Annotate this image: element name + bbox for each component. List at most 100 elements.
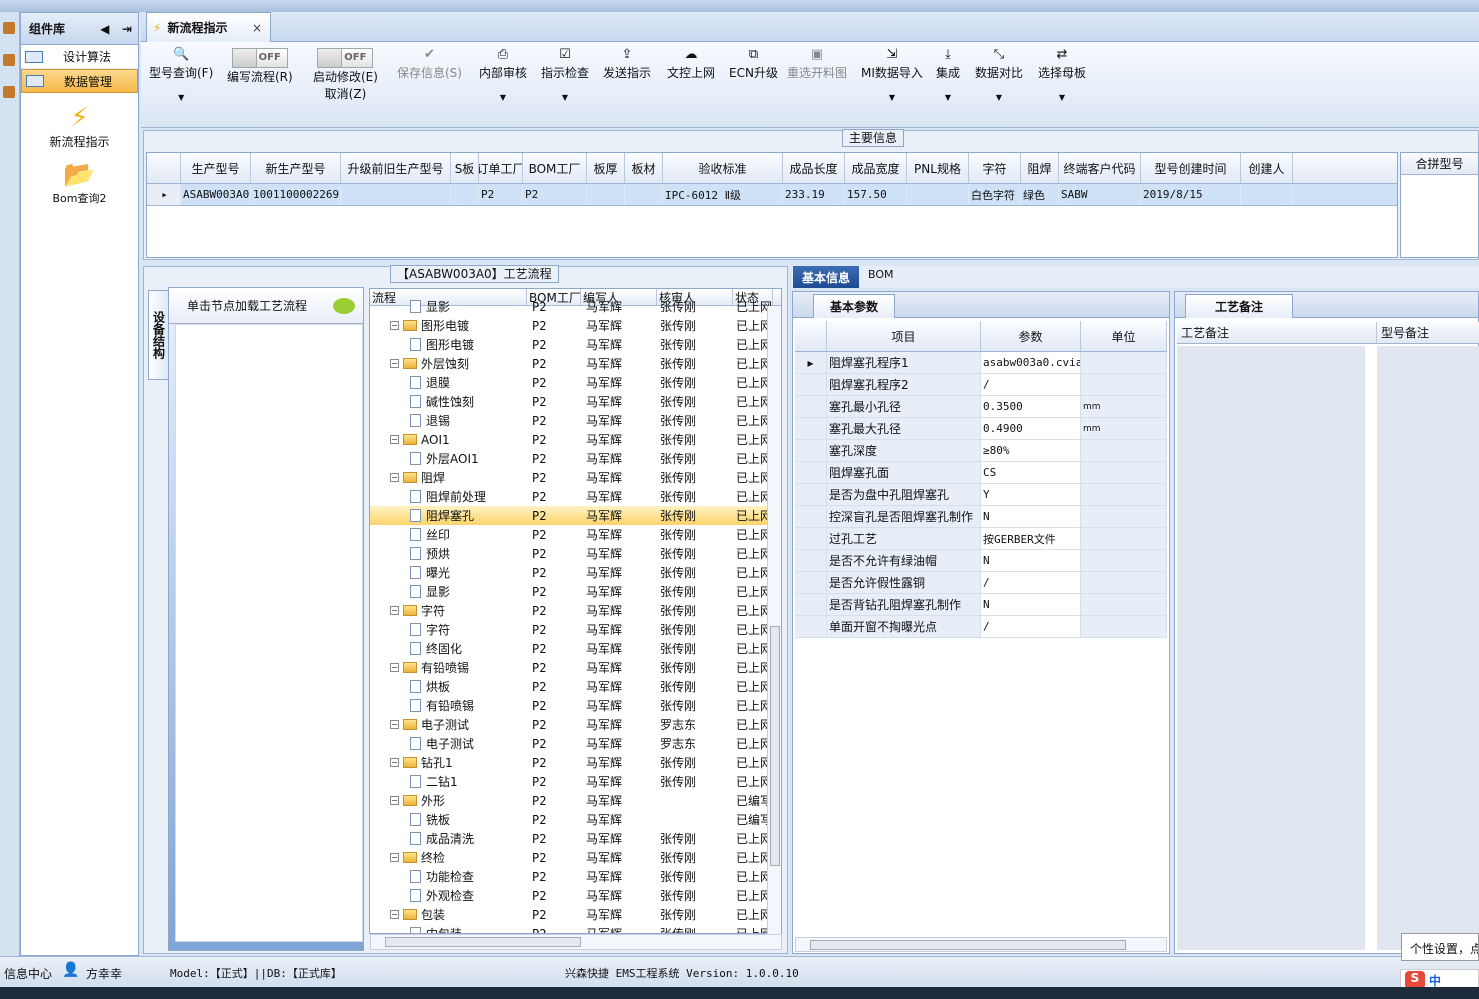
row-selector[interactable] xyxy=(795,506,827,527)
row-selector[interactable]: ▸ xyxy=(147,184,181,205)
param-value[interactable]: / xyxy=(981,374,1081,395)
grid-cell[interactable]: 233.19 xyxy=(783,184,845,205)
collapse-arrow-icon[interactable]: ◀ ⇥ xyxy=(100,22,132,36)
param-value[interactable]: ≥80% xyxy=(981,440,1081,461)
grid-cell[interactable]: 157.50 xyxy=(845,184,907,205)
model-query-button[interactable]: 🔍 型号查询(F) ▼ xyxy=(149,46,213,102)
tree-row[interactable]: 退膜 P2 马军辉 张传刚 已上网 xyxy=(370,373,781,392)
param-row[interactable]: 单面开窗不掏曝光点 / xyxy=(795,616,1167,638)
tree-row[interactable]: − 字符 P2 马军辉 张传刚 已上网 xyxy=(370,601,781,620)
collapse-icon[interactable]: − xyxy=(390,910,399,919)
app-bom-query[interactable]: 📂 Bom查询2 xyxy=(21,160,138,206)
tree-row[interactable]: 显影 P2 马军辉 张传刚 已上网 xyxy=(370,582,781,601)
params-horizontal-scrollbar[interactable] xyxy=(795,937,1167,952)
grid-cell[interactable] xyxy=(907,184,969,205)
row-selector[interactable] xyxy=(795,462,827,483)
tab-bom[interactable]: BOM xyxy=(868,268,894,281)
tree-row[interactable]: 预烘 P2 马军辉 张传刚 已上网 xyxy=(370,544,781,563)
row-selector[interactable] xyxy=(795,572,827,593)
tab-device-structure[interactable]: 设备结构 xyxy=(148,290,170,380)
param-value[interactable]: 按GERBER文件 xyxy=(981,528,1081,549)
row-selector[interactable] xyxy=(795,374,827,395)
save-info-button[interactable]: ✔ 保存信息(S) xyxy=(397,46,462,81)
row-selector[interactable] xyxy=(795,594,827,615)
tree-row[interactable]: − 钻孔1 P2 马军辉 张传刚 已上网 xyxy=(370,753,781,772)
column-header[interactable]: S板 xyxy=(451,153,479,183)
param-value[interactable]: N xyxy=(981,550,1081,571)
tree-row[interactable]: − 阻焊 P2 马军辉 张传刚 已上网 xyxy=(370,468,781,487)
app-icon[interactable] xyxy=(3,86,15,98)
tree-row[interactable]: 图形电镀 P2 马军辉 张传刚 已上网 xyxy=(370,335,781,354)
reselect-drawing-button[interactable]: ▣ 重选开料图 xyxy=(787,46,847,81)
grid-cell[interactable]: P2 xyxy=(479,184,523,205)
param-value[interactable]: 0.4900 xyxy=(981,418,1081,439)
grid-cell[interactable] xyxy=(451,184,479,205)
mi-import-button[interactable]: ⇲ MI数据导入 ▼ xyxy=(861,46,923,102)
compare-button[interactable]: ⤡ 数据对比 ▼ xyxy=(975,46,1023,102)
tree-row[interactable]: 有铅喷锡 P2 马军辉 张传刚 已上网 xyxy=(370,696,781,715)
tree-row[interactable]: − 外形 P2 马军辉 已编写 xyxy=(370,791,781,810)
collapse-icon[interactable]: − xyxy=(390,796,399,805)
grid-cell[interactable]: 10011000022691 xyxy=(251,184,341,205)
grid-cell[interactable]: SABW xyxy=(1059,184,1141,205)
param-value[interactable]: / xyxy=(981,616,1081,637)
tree-row[interactable]: 功能检查 P2 马军辉 张传刚 已上网 xyxy=(370,867,781,886)
tab-basic-params[interactable]: 基本参数 xyxy=(813,294,895,318)
tab-basic-info[interactable]: 基本信息 xyxy=(793,266,859,288)
param-row[interactable]: 塞孔最小孔径 0.3500 mm xyxy=(795,396,1167,418)
grid-cell[interactable]: P2 xyxy=(523,184,587,205)
param-row[interactable]: ▸ 阻焊塞孔程序1 asabw003a0.cvia xyxy=(795,352,1167,374)
grid-cell[interactable]: ASABW003A0 xyxy=(181,184,251,205)
tree-row[interactable]: 显影 P2 马军辉 张传刚 已上网 xyxy=(370,297,781,316)
param-row[interactable]: 是否不允许有绿油帽 N xyxy=(795,550,1167,572)
param-row[interactable]: 塞孔最大孔径 0.4900 mm xyxy=(795,418,1167,440)
collapse-icon[interactable]: − xyxy=(390,321,399,330)
tree-row[interactable]: 烘板 P2 马军辉 张传刚 已上网 xyxy=(370,677,781,696)
toggle-switch[interactable]: OFF xyxy=(231,48,288,68)
table-row[interactable]: ▸ ASABW003A0 10011000022691 P2 P2 IPC-6012 Ⅱ级… xyxy=(147,184,1397,206)
row-selector[interactable] xyxy=(795,550,827,571)
collapse-icon[interactable]: − xyxy=(390,473,399,482)
tree-row[interactable]: − 终检 P2 马军辉 张传刚 已上网 xyxy=(370,848,781,867)
param-row[interactable]: 过孔工艺 按GERBER文件 xyxy=(795,528,1167,550)
start-modify-toggle[interactable]: OFF 启动修改(E) 取消(Z) xyxy=(313,42,378,102)
app-icon[interactable] xyxy=(3,22,15,34)
sidebar-item-data-management[interactable]: 数据管理 xyxy=(21,69,138,93)
internal-review-button[interactable]: ⎙ 内部审核 ▼ xyxy=(479,46,527,102)
collapse-icon[interactable]: − xyxy=(390,758,399,767)
row-selector[interactable] xyxy=(795,418,827,439)
ecn-upgrade-button[interactable]: ⧉ ECN升级 xyxy=(729,46,778,81)
collapse-icon[interactable]: − xyxy=(390,359,399,368)
tree-row[interactable]: 终固化 P2 马军辉 张传刚 已上网 xyxy=(370,639,781,658)
tree-row[interactable]: 铣板 P2 马军辉 已编写 xyxy=(370,810,781,829)
column-header[interactable]: 创建人 xyxy=(1241,153,1293,183)
tree-row[interactable]: 成品清洗 P2 马军辉 张传刚 已上网 xyxy=(370,829,781,848)
collapse-icon[interactable]: − xyxy=(390,435,399,444)
column-header[interactable]: 终端客户代码 xyxy=(1059,153,1141,183)
column-header[interactable]: PNL规格 xyxy=(907,153,969,183)
param-row[interactable]: 是否允许假性露铜 / xyxy=(795,572,1167,594)
tree-row[interactable]: 外层AOI1 P2 马军辉 张传刚 已上网 xyxy=(370,449,781,468)
column-header[interactable]: 板厚 xyxy=(587,153,625,183)
param-row[interactable]: 塞孔深度 ≥80% xyxy=(795,440,1167,462)
param-row[interactable]: 控深盲孔是否阻焊塞孔制作 N xyxy=(795,506,1167,528)
param-value[interactable]: N xyxy=(981,594,1081,615)
tree-row[interactable]: 退锡 P2 马军辉 张传刚 已上网 xyxy=(370,411,781,430)
cancel-button[interactable]: 取消(Z) xyxy=(325,87,367,101)
col-item[interactable]: 项目 xyxy=(827,321,981,351)
grid-cell[interactable]: 绿色 xyxy=(1021,184,1059,205)
param-value[interactable]: 0.3500 xyxy=(981,396,1081,417)
tree-row[interactable]: 外观检查 P2 马军辉 张传刚 已上网 xyxy=(370,886,781,905)
toast-notification[interactable]: 个性设置，点 xyxy=(1401,933,1479,961)
grid-cell[interactable] xyxy=(587,184,625,205)
info-center-link[interactable]: 信息中心 xyxy=(4,965,52,982)
col-unit[interactable]: 单位 xyxy=(1081,321,1167,351)
toggle-switch[interactable]: OFF xyxy=(317,48,374,68)
tree-row[interactable]: 电子测试 P2 马军辉 罗志东 已上网 xyxy=(370,734,781,753)
column-header[interactable]: 字符 xyxy=(969,153,1021,183)
param-value[interactable]: Y xyxy=(981,484,1081,505)
column-header[interactable]: 成品宽度 xyxy=(845,153,907,183)
collapse-icon[interactable]: − xyxy=(390,606,399,615)
tree-row[interactable]: 丝印 P2 马军辉 张传刚 已上网 xyxy=(370,525,781,544)
close-icon[interactable]: × xyxy=(252,21,262,35)
